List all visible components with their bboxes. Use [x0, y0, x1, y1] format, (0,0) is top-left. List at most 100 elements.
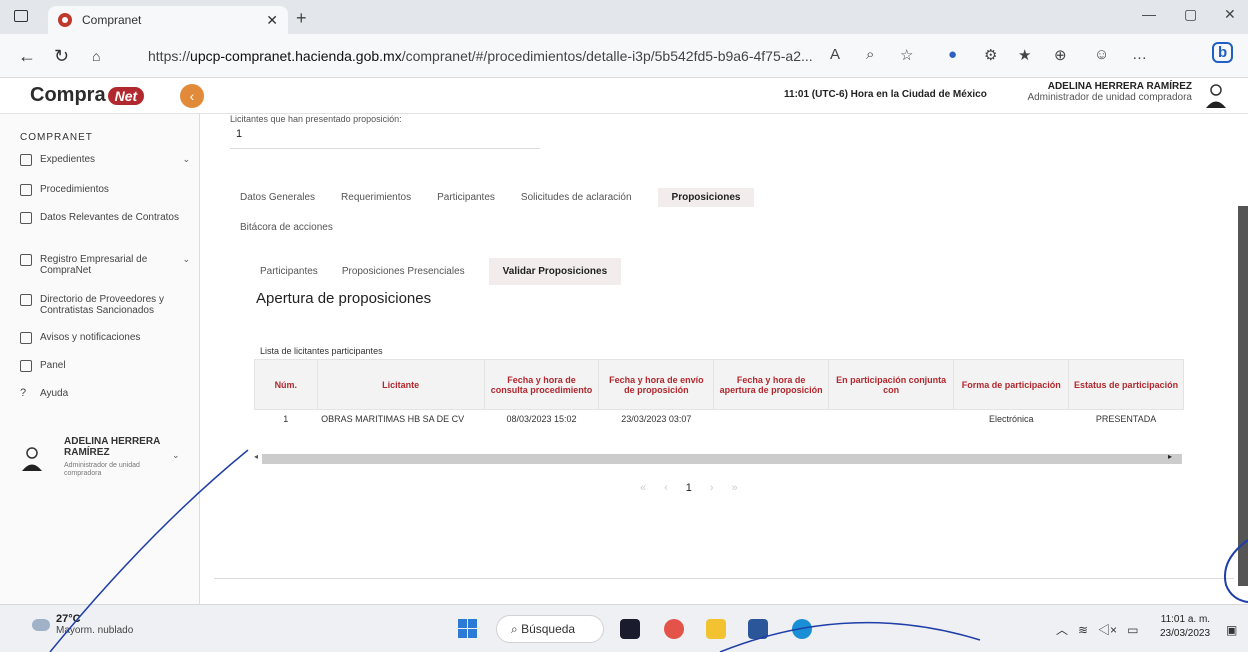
bing-icon[interactable]: b	[1212, 42, 1234, 63]
column-header: Fecha y hora de envío de proposición	[598, 359, 715, 410]
close-tab-icon[interactable]: ✕	[266, 12, 278, 29]
notifications-icon[interactable]: ▣	[1226, 623, 1237, 637]
tab-bitacora[interactable]: Bitácora de acciones	[240, 222, 333, 233]
home-icon[interactable]: ⌂	[92, 48, 100, 64]
browser-tab[interactable]: Compranet ✕	[48, 6, 288, 34]
sidebar-item-procedimientos[interactable]: Procedimientos	[20, 184, 190, 196]
sidebar-item-ayuda[interactable]: ? Ayuda	[20, 387, 190, 400]
url-prefix: https://	[148, 48, 191, 64]
collections-icon[interactable]: ⊕	[1054, 46, 1067, 64]
header-user-role: Administrador de unidad compradora	[1027, 92, 1192, 103]
maximize-icon[interactable]: ▢	[1184, 6, 1197, 23]
cell-fecha-apertura	[714, 410, 829, 452]
message-icon	[20, 332, 32, 344]
table-row[interactable]: 1 OBRAS MARITIMAS HB SA DE CV 08/03/2023…	[255, 410, 1184, 452]
browser-tabbar: Compranet ✕ + — ▢ ✕	[0, 0, 1248, 34]
cell-participacion-conjunta	[829, 410, 954, 452]
sidebar-item-directorio[interactable]: Directorio de Proveedores y Contratistas…	[20, 294, 190, 316]
favorites-icon[interactable]: ★	[1018, 46, 1031, 64]
sidebar-item-label: Procedimientos	[40, 184, 109, 195]
sidebar-item-label: Registro Empresarial de CompraNet	[40, 254, 148, 276]
first-page-icon[interactable]: «	[640, 482, 646, 494]
cell-fecha-consulta: 08/03/2023 15:02	[506, 414, 577, 424]
chevron-down-icon: ⌄	[172, 450, 180, 460]
compranet-logo[interactable]: Compra Net	[30, 84, 145, 107]
user-avatar-icon[interactable]	[1204, 83, 1228, 109]
sidebar-item-datos-relevantes[interactable]: Datos Relevantes de Contratos	[20, 212, 190, 224]
edge-icon[interactable]	[792, 619, 812, 639]
directory-icon	[20, 294, 32, 306]
system-tray[interactable]: ︿ ≋ ◁× ▭	[1056, 621, 1138, 638]
column-header: Fecha y hora de consulta procedimiento	[483, 359, 600, 410]
extension-icon[interactable]: ●	[948, 46, 957, 63]
compranet-favicon-icon	[58, 13, 72, 27]
next-page-icon[interactable]: ›	[710, 482, 714, 494]
header-user-name: ADELINA HERRERA RAMÍREZ	[1047, 81, 1192, 92]
tab-proposiciones[interactable]: Proposiciones	[657, 188, 755, 207]
extensions-icon[interactable]: ⚙	[984, 46, 997, 64]
chrome-icon[interactable]	[664, 619, 684, 639]
weather-cloud-icon	[32, 619, 50, 631]
url-field[interactable]: https://upcp-compranet.hacienda.gob.mx/c…	[148, 48, 813, 64]
subtab-validar-proposiciones[interactable]: Validar Proposiciones	[488, 258, 622, 285]
sidebar-item-label: Directorio de Proveedores y Contratistas…	[40, 294, 164, 316]
logo-badge: Net	[107, 86, 145, 105]
zoom-icon[interactable]: ⌕	[866, 46, 874, 63]
tab-datos-generales[interactable]: Datos Generales	[240, 188, 315, 207]
refresh-icon[interactable]: ↻	[54, 46, 69, 67]
help-icon: ?	[20, 387, 27, 399]
sidebar: COMPRANET Expedientes ⌄ Procedimientos D…	[0, 114, 200, 604]
chevron-down-icon: ⌄	[182, 254, 190, 264]
word-icon[interactable]	[748, 619, 768, 639]
clock-time: 11:01 a. m.	[1160, 614, 1211, 625]
file-explorer-icon[interactable]	[706, 619, 726, 639]
tab-title: Compranet	[82, 13, 142, 27]
header-user[interactable]: ADELINA HERRERA RAMÍREZ Administrador de…	[1027, 81, 1192, 103]
sidebar-item-panel[interactable]: Panel	[20, 360, 190, 372]
close-window-icon[interactable]: ✕	[1224, 6, 1236, 23]
page-current[interactable]: 1	[686, 482, 692, 494]
profile-icon[interactable]: ☺	[1094, 46, 1109, 63]
new-tab-icon[interactable]: +	[296, 8, 307, 29]
tab-requerimientos[interactable]: Requerimientos	[341, 188, 411, 207]
teams-icon[interactable]	[620, 619, 640, 639]
scroll-right-icon[interactable]: ▸	[1168, 452, 1172, 461]
sidebar-user-role: Administrador de unidad compradora	[64, 462, 140, 477]
folder-icon	[20, 154, 32, 166]
sidebar-item-label: Datos Relevantes de Contratos	[40, 212, 179, 223]
windows-start-icon[interactable]	[458, 619, 478, 639]
tab-solicitudes-aclaracion[interactable]: Solicitudes de aclaración	[521, 188, 632, 207]
back-icon[interactable]: ←	[18, 46, 36, 67]
read-aloud-icon[interactable]: A	[830, 46, 840, 63]
last-page-icon[interactable]: »	[732, 482, 738, 494]
tab-participantes[interactable]: Participantes	[437, 188, 495, 207]
prev-page-icon[interactable]: ‹	[664, 482, 668, 494]
subtab-participantes[interactable]: Participantes	[260, 266, 318, 277]
sidebar-user-name: ADELINA HERRERA RAMÍREZ	[64, 436, 160, 458]
more-icon[interactable]: …	[1132, 46, 1147, 63]
column-header: Núm.	[254, 359, 318, 410]
sidebar-item-expedientes[interactable]: Expedientes ⌄	[20, 154, 190, 166]
cell-licitante: OBRAS MARITIMAS HB SA DE CV	[321, 414, 465, 424]
favorite-icon[interactable]: ☆	[900, 46, 913, 64]
taskbar-clock[interactable]: 11:01 a. m. 23/03/2023	[1160, 613, 1210, 641]
table-header-row: Núm. Licitante Fecha y hora de consulta …	[254, 359, 1184, 410]
sidebar-item-registro-empresarial[interactable]: Registro Empresarial de CompraNet ⌄	[20, 254, 190, 276]
minimize-icon[interactable]: —	[1142, 6, 1156, 22]
weather-widget[interactable]: 27°C Mayorm. nublado	[56, 613, 133, 636]
pagination: « ‹ 1 › »	[640, 482, 738, 494]
scroll-left-icon[interactable]: ◂	[254, 452, 258, 461]
column-header: Estatus de participación	[1068, 359, 1184, 410]
collapse-menu-icon[interactable]: ‹	[180, 84, 204, 108]
taskbar-search[interactable]: ⌕ Búsqueda	[496, 615, 604, 643]
column-header: Fecha y hora de apertura de proposición	[713, 359, 830, 410]
horizontal-scrollbar[interactable]	[262, 454, 1182, 464]
chevron-down-icon: ⌄	[182, 154, 190, 164]
subtab-proposiciones-presenciales[interactable]: Proposiciones Presenciales	[342, 266, 465, 277]
weather-temp: 27°C	[56, 613, 81, 625]
tab-actions-icon[interactable]	[14, 10, 28, 22]
vertical-scrollbar[interactable]	[1238, 206, 1248, 586]
user-avatar-icon	[22, 447, 42, 471]
sidebar-item-avisos[interactable]: Avisos y notificaciones	[20, 332, 190, 344]
sidebar-item-label: Expedientes	[40, 154, 96, 165]
